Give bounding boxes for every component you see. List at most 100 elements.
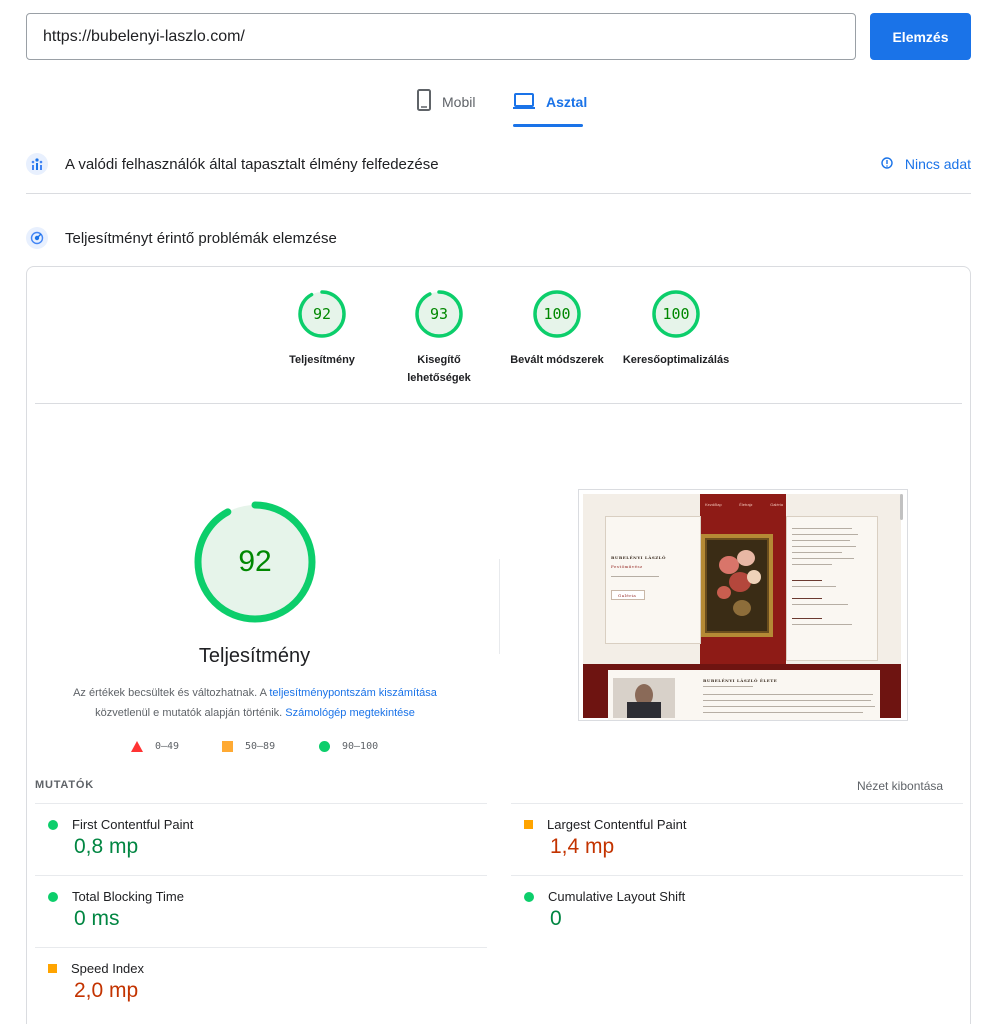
screenshot-panel <box>786 516 878 661</box>
info-icon <box>881 156 893 172</box>
device-tabs: Mobil Asztal <box>0 88 999 128</box>
tab-mobile-label: Mobil <box>442 94 476 110</box>
triangle-icon <box>131 741 143 752</box>
screenshot-button-label: Galéria <box>618 593 637 598</box>
category-label: Kisegítő lehetőségek <box>407 354 471 384</box>
screenshot-scrollbar <box>900 494 903 520</box>
category-gauge-best-practices[interactable]: 100 Bevált módszerek <box>497 289 617 369</box>
score-legend: 0–49 50–89 90–100 <box>27 741 487 757</box>
metric-name: Total Blocking Time <box>72 889 184 904</box>
screenshot-line <box>792 586 836 587</box>
screenshot-portrait <box>613 678 675 718</box>
category-label: Keresőoptimalizálás <box>622 354 730 366</box>
screenshot-line <box>703 694 873 695</box>
metric-value: 0 ms <box>74 907 120 930</box>
category-label: Teljesítmény <box>289 354 355 366</box>
category-gauge-accessibility[interactable]: 93 Kisegítő lehetőségek <box>379 289 499 387</box>
tab-desktop-label: Asztal <box>546 94 588 110</box>
metric-name: Largest Contentful Paint <box>547 817 687 832</box>
metric-name: First Contentful Paint <box>72 817 194 832</box>
screenshot-line <box>792 604 848 605</box>
screenshot-nav-item: Kezdőlap <box>705 502 722 507</box>
tab-desktop[interactable]: Asztal <box>512 88 588 127</box>
legend-label: 50–89 <box>245 741 276 752</box>
no-data-label: Nincs adat <box>904 156 971 172</box>
screenshot-page: Kezdőlap Életrajz Galéria BUBELÉNYI LÁSZ… <box>583 494 901 720</box>
mobile-icon <box>416 88 432 115</box>
performance-score: 92 <box>238 545 272 578</box>
url-input[interactable] <box>26 13 856 60</box>
legend-good: 90–100 <box>319 741 378 752</box>
screenshot-line <box>792 528 852 529</box>
desktop-icon <box>512 88 536 115</box>
metric-name: Cumulative Layout Shift <box>548 889 686 904</box>
tab-mobile[interactable]: Mobil <box>416 88 475 126</box>
circle-icon <box>319 741 330 752</box>
screenshot-line <box>792 534 858 535</box>
category-score: 93 <box>429 305 449 323</box>
screenshot-panel <box>605 516 701 644</box>
good-circle-icon <box>524 891 534 902</box>
category-score: 100 <box>662 305 690 323</box>
screenshot-line <box>792 618 822 619</box>
screenshot-line <box>792 564 832 565</box>
metric-name: Speed Index <box>71 961 145 976</box>
analyze-button[interactable]: Elemzés <box>870 13 971 60</box>
screenshot-painting <box>701 534 773 637</box>
screenshot-line <box>792 546 856 547</box>
card-divider <box>35 403 962 404</box>
screenshot-line <box>792 552 842 553</box>
screenshot-line <box>792 580 822 581</box>
score-calculation-link[interactable]: teljesítménypontszám kiszámítása <box>269 687 437 699</box>
screenshot-line <box>611 576 659 577</box>
category-gauge-seo[interactable]: 100 Keresőoptimalizálás <box>616 289 736 369</box>
screenshot-nav-item: Életrajz <box>739 502 753 507</box>
metric-divider <box>35 875 487 876</box>
metric-value: 2,0 mp <box>74 979 139 1002</box>
calculator-link[interactable]: Számológép megtekintése <box>285 707 415 719</box>
legend-poor: 0–49 <box>131 741 179 752</box>
category-score: 100 <box>543 305 571 323</box>
screenshot-line <box>703 712 863 713</box>
metric-value: 1,4 mp <box>550 835 615 858</box>
metric-value: 0,8 mp <box>74 835 139 858</box>
average-square-icon <box>524 820 533 829</box>
screenshot-site-title: BUBELÉNYI LÁSZLÓ <box>611 555 666 560</box>
no-data-link[interactable]: Nincs adat <box>881 156 971 172</box>
screenshot-line <box>792 558 854 559</box>
legend-average: 50–89 <box>222 741 275 752</box>
performance-description: Az értékek becsültek és változhatnak. A … <box>47 683 463 723</box>
desc-text: közvetlenül e mutatók alapján történik. <box>95 707 286 719</box>
screenshot-line <box>703 686 753 687</box>
good-circle-icon <box>48 819 58 830</box>
metric-value: 0 <box>550 907 562 930</box>
field-data-title: A valódi felhasználók által tapasztalt é… <box>65 155 439 173</box>
screenshot-bio-title: BUBELÉNYI LÁSZLÓ ÉLETE <box>703 678 778 683</box>
category-label: Bevált módszerek <box>510 354 604 366</box>
section-divider <box>26 193 971 194</box>
metric-divider <box>35 947 487 948</box>
report-card: 92 Teljesítmény 93 Kisegítő lehetőségek … <box>26 266 971 1024</box>
desc-text: Az értékek becsültek és változhatnak. A <box>73 687 270 699</box>
screenshot-site-subtitle: Festőművész <box>611 564 643 569</box>
legend-label: 0–49 <box>155 741 180 752</box>
screenshot-button: Galéria <box>611 590 645 600</box>
square-icon <box>222 741 233 752</box>
performance-gauge: 92 <box>193 500 317 624</box>
screenshot-line <box>703 706 875 707</box>
lighthouse-icon <box>26 227 48 249</box>
category-gauge-performance[interactable]: 92 Teljesítmény <box>262 289 382 369</box>
metric-divider <box>511 875 963 876</box>
final-screenshot: Kezdőlap Életrajz Galéria BUBELÉNYI LÁSZ… <box>578 489 908 721</box>
screenshot-nav: Kezdőlap Életrajz Galéria <box>705 502 783 507</box>
good-circle-icon <box>48 891 58 902</box>
field-data-section: A valódi felhasználók által tapasztalt é… <box>26 148 971 180</box>
users-chart-icon <box>26 153 48 175</box>
screenshot-line <box>792 598 822 599</box>
lab-data-title: Teljesítményt érintő problémák elemzése <box>65 229 337 247</box>
average-square-icon <box>48 964 57 973</box>
category-score: 92 <box>312 305 332 323</box>
vertical-divider <box>499 559 500 654</box>
expand-view-toggle[interactable]: Nézet kibontása <box>857 779 943 793</box>
screenshot-line <box>703 700 871 701</box>
